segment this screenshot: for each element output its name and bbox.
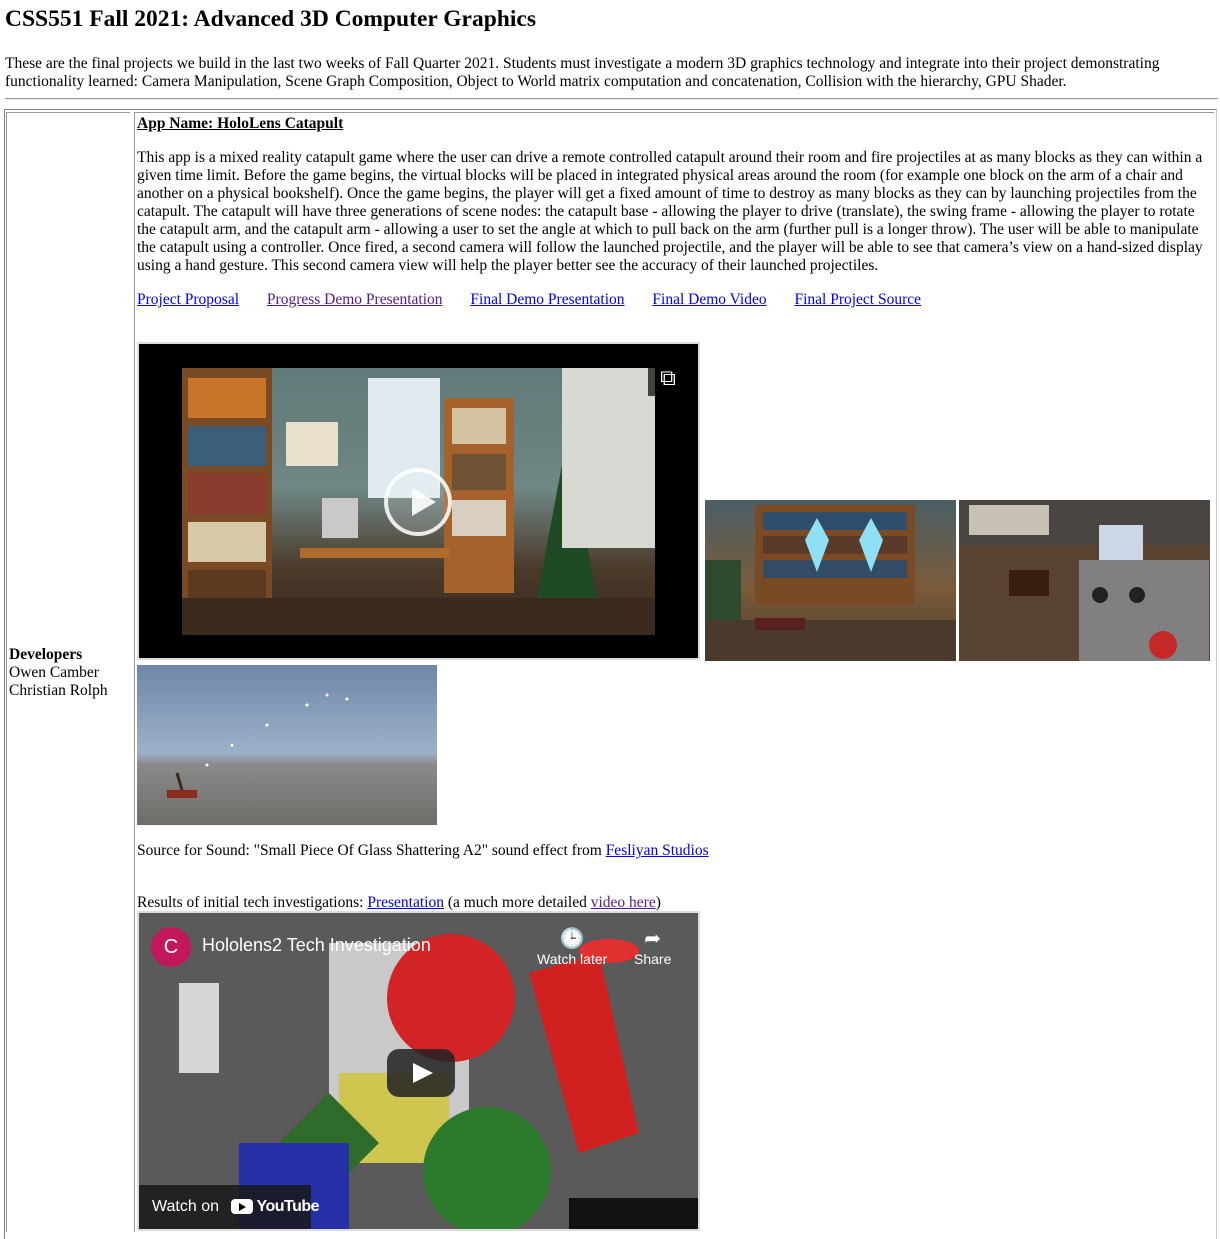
watch-later-button[interactable]: 🕒 Watch later <box>537 925 607 967</box>
controller-scene-image <box>959 500 1210 661</box>
diamonds-scene-image <box>705 505 956 661</box>
developer-name: Christian Rolph <box>9 682 108 699</box>
presentation-link[interactable]: Presentation <box>367 894 444 911</box>
expand-icon[interactable]: ⧉ <box>648 362 688 396</box>
final-demo-presentation-link[interactable]: Final Demo Presentation <box>470 291 624 308</box>
final-demo-video-link[interactable]: Final Demo Video <box>652 291 766 308</box>
project-links: Project Proposal Progress Demo Presentat… <box>137 291 945 309</box>
share-label: Share <box>634 951 672 967</box>
youtube-brand-text: YouTube <box>256 1198 320 1215</box>
results-text: Results of initial tech investigations: <box>137 894 368 911</box>
app-name: App Name: HoloLens Catapult <box>137 115 344 132</box>
watch-on-youtube-button[interactable]: Watch on YouTube <box>139 1185 320 1229</box>
screenshot-unity-scene <box>137 665 437 825</box>
watch-later-label: Watch later <box>537 951 608 967</box>
results-suffix-text: ) <box>655 894 661 911</box>
sound-source-text: Source for Sound: "Small Piece Of Glass … <box>137 842 606 859</box>
project-proposal-link[interactable]: Project Proposal <box>137 291 239 308</box>
youtube-logo-icon <box>231 1199 254 1215</box>
final-project-source-link[interactable]: Final Project Source <box>794 291 921 308</box>
developer-name: Owen Camber <box>9 664 99 681</box>
intro-text: These are the final projects we build in… <box>5 55 1160 90</box>
screenshot-diamonds <box>705 500 956 661</box>
clock-icon: 🕒 <box>559 926 585 950</box>
sound-source-line: Source for Sound: "Small Piece Of Glass … <box>137 842 709 860</box>
developers-list: Developers Owen Camber Christian Rolph <box>9 646 108 700</box>
youtube-embed[interactable]: C Hololens2 Tech Investigation 🕒 Watch l… <box>137 911 700 1231</box>
developers-heading: Developers <box>9 646 83 663</box>
detailed-video-link[interactable]: video here <box>591 894 656 911</box>
results-line: Results of initial tech investigations: … <box>137 894 661 912</box>
share-button[interactable]: ➦ Share <box>634 925 671 967</box>
youtube-video-title[interactable]: Hololens2 Tech Investigation <box>202 935 431 956</box>
channel-avatar[interactable]: C <box>151 927 191 967</box>
page-title: CSS551 Fall 2021: Advanced 3D Computer G… <box>5 6 536 32</box>
youtube-play-icon[interactable] <box>387 1049 455 1097</box>
results-middle-text: (a much more detailed <box>443 894 591 911</box>
share-icon: ➦ <box>644 926 662 950</box>
demo-video-player[interactable]: ⧉ <box>137 342 700 660</box>
unity-scene-image <box>167 693 349 798</box>
screenshot-controller <box>959 500 1210 661</box>
horizontal-rule <box>5 98 1218 100</box>
play-icon[interactable] <box>384 468 452 536</box>
progress-demo-link[interactable]: Progress Demo Presentation <box>267 291 443 308</box>
project-description: This app is a mixed reality catapult gam… <box>137 149 1203 274</box>
watch-on-label: Watch on <box>152 1198 219 1215</box>
fesliyan-studios-link[interactable]: Fesliyan Studios <box>606 842 709 859</box>
